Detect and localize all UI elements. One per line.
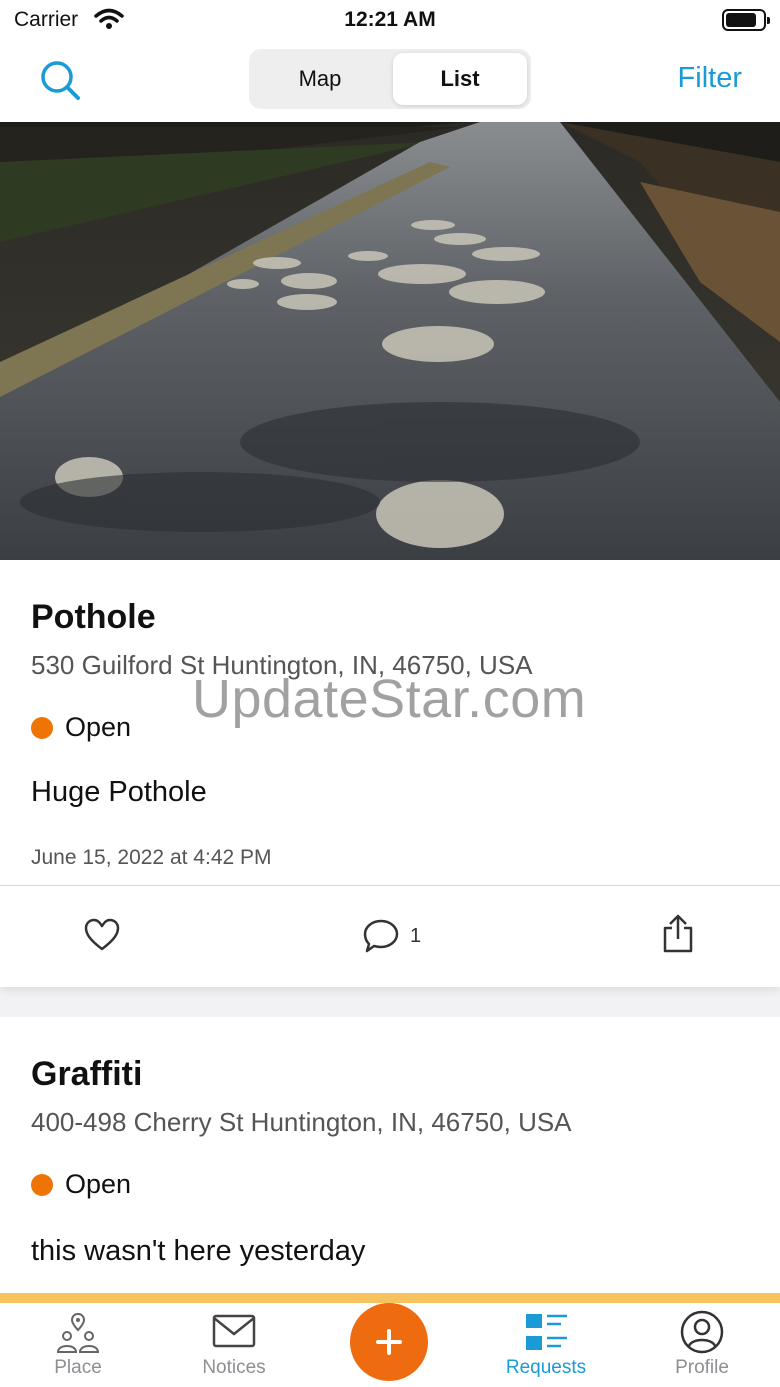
- request-title: Graffiti: [31, 1055, 143, 1093]
- status-time: 12:21 AM: [344, 8, 436, 31]
- request-card[interactable]: Graffiti 400-498 Cherry St Huntington, I…: [0, 1017, 780, 1293]
- tab-profile[interactable]: Profile: [624, 1303, 780, 1387]
- request-description: Huge Pothole: [31, 776, 207, 808]
- navigation-bar: Map List Filter: [0, 42, 780, 122]
- request-address: 400-498 Cherry St Huntington, IN, 46750,…: [31, 1107, 572, 1137]
- tab-label: Notices: [202, 1357, 266, 1378]
- card-divider: [0, 885, 780, 886]
- battery-icon: [722, 9, 770, 31]
- list-icon: [523, 1309, 569, 1355]
- watermark: UpdateStar.com: [192, 669, 587, 729]
- tab-label: Place: [54, 1357, 102, 1378]
- share-icon: [663, 914, 693, 953]
- tab-requests[interactable]: Requests: [468, 1303, 624, 1387]
- filter-button[interactable]: Filter: [678, 62, 742, 95]
- request-title: Pothole: [31, 598, 156, 636]
- like-button[interactable]: [84, 918, 120, 952]
- plus-icon: [376, 1329, 402, 1355]
- place-icon: [55, 1309, 101, 1355]
- comments-button[interactable]: 1: [362, 918, 421, 954]
- tab-place[interactable]: Place: [0, 1303, 156, 1387]
- request-card[interactable]: Pothole 530 Guilford St Huntington, IN, …: [0, 560, 780, 987]
- request-description: this wasn't here yesterday: [31, 1235, 366, 1267]
- tab-notices[interactable]: Notices: [156, 1303, 312, 1387]
- status-dot-icon: [31, 1173, 53, 1196]
- view-mode-segmented-control: Map List: [249, 49, 531, 109]
- add-request-button[interactable]: [350, 1303, 428, 1381]
- person-icon: [679, 1309, 725, 1355]
- request-date: June 15, 2022 at 4:42 PM: [31, 846, 272, 869]
- envelope-icon: [211, 1309, 257, 1355]
- tab-label: Requests: [505, 1357, 587, 1378]
- search-icon[interactable]: [38, 58, 84, 104]
- status-label: Open: [65, 712, 132, 742]
- tab-bar-accent-line: [0, 1293, 780, 1303]
- segment-list[interactable]: List: [393, 53, 527, 105]
- pothole-photo[interactable]: [0, 122, 780, 560]
- tab-label: Profile: [675, 1357, 729, 1378]
- segment-map[interactable]: Map: [253, 53, 387, 105]
- comment-icon: [363, 919, 399, 953]
- status-badge: Open: [31, 712, 131, 743]
- comment-count: 1: [410, 924, 422, 947]
- status-badge: Open: [31, 1169, 131, 1200]
- status-label: Open: [65, 1169, 132, 1199]
- status-dot-icon: [31, 716, 53, 739]
- heart-icon: [84, 918, 120, 951]
- status-bar: Carrier 12:21 AM: [0, 0, 780, 42]
- share-button[interactable]: [661, 914, 695, 954]
